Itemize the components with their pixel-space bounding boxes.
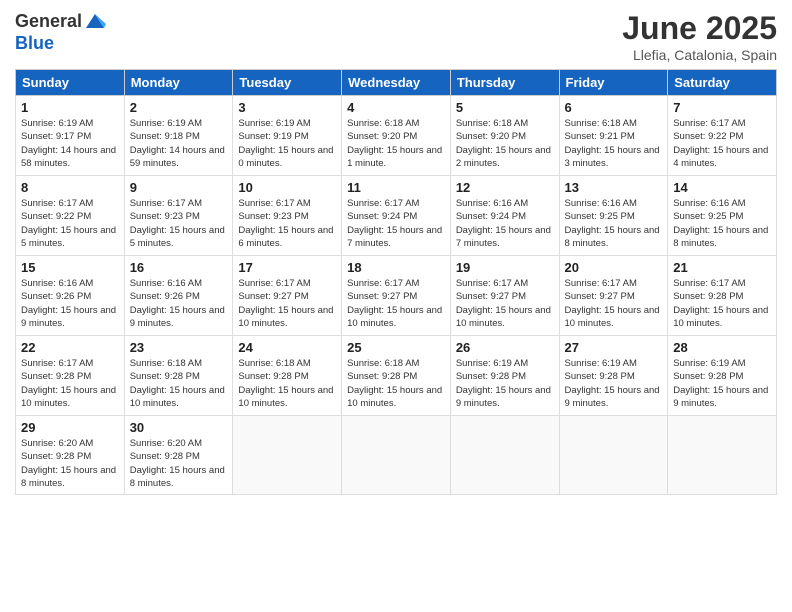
day-6: 6 Sunrise: 6:18 AMSunset: 9:21 PMDayligh… — [559, 96, 668, 176]
day-30: 30 Sunrise: 6:20 AMSunset: 9:28 PMDaylig… — [124, 416, 233, 495]
day-5: 5 Sunrise: 6:18 AMSunset: 9:20 PMDayligh… — [450, 96, 559, 176]
col-tuesday: Tuesday — [233, 70, 342, 96]
day-26: 26 Sunrise: 6:19 AMSunset: 9:28 PMDaylig… — [450, 336, 559, 416]
title-area: June 2025 Llefia, Catalonia, Spain — [622, 10, 777, 63]
table-row: 22 Sunrise: 6:17 AMSunset: 9:28 PMDaylig… — [16, 336, 777, 416]
table-row: 1 Sunrise: 6:19 AMSunset: 9:17 PMDayligh… — [16, 96, 777, 176]
day-4: 4 Sunrise: 6:18 AMSunset: 9:20 PMDayligh… — [342, 96, 451, 176]
day-27: 27 Sunrise: 6:19 AMSunset: 9:28 PMDaylig… — [559, 336, 668, 416]
col-thursday: Thursday — [450, 70, 559, 96]
logo: General Blue — [15, 10, 106, 54]
day-24: 24 Sunrise: 6:18 AMSunset: 9:28 PMDaylig… — [233, 336, 342, 416]
empty-cell — [559, 416, 668, 495]
col-monday: Monday — [124, 70, 233, 96]
table-row: 29 Sunrise: 6:20 AMSunset: 9:28 PMDaylig… — [16, 416, 777, 495]
day-13: 13 Sunrise: 6:16 AMSunset: 9:25 PMDaylig… — [559, 176, 668, 256]
day-21: 21 Sunrise: 6:17 AMSunset: 9:28 PMDaylig… — [668, 256, 777, 336]
day-9: 9 Sunrise: 6:17 AMSunset: 9:23 PMDayligh… — [124, 176, 233, 256]
day-29: 29 Sunrise: 6:20 AMSunset: 9:28 PMDaylig… — [16, 416, 125, 495]
calendar-header-row: Sunday Monday Tuesday Wednesday Thursday… — [16, 70, 777, 96]
day-17: 17 Sunrise: 6:17 AMSunset: 9:27 PMDaylig… — [233, 256, 342, 336]
day-3: 3 Sunrise: 6:19 AMSunset: 9:19 PMDayligh… — [233, 96, 342, 176]
location-title: Llefia, Catalonia, Spain — [622, 47, 777, 63]
empty-cell — [450, 416, 559, 495]
col-sunday: Sunday — [16, 70, 125, 96]
col-saturday: Saturday — [668, 70, 777, 96]
day-18: 18 Sunrise: 6:17 AMSunset: 9:27 PMDaylig… — [342, 256, 451, 336]
day-15: 15 Sunrise: 6:16 AMSunset: 9:26 PMDaylig… — [16, 256, 125, 336]
logo-icon — [84, 10, 106, 32]
day-23: 23 Sunrise: 6:18 AMSunset: 9:28 PMDaylig… — [124, 336, 233, 416]
day-25: 25 Sunrise: 6:18 AMSunset: 9:28 PMDaylig… — [342, 336, 451, 416]
day-10: 10 Sunrise: 6:17 AMSunset: 9:23 PMDaylig… — [233, 176, 342, 256]
day-19: 19 Sunrise: 6:17 AMSunset: 9:27 PMDaylig… — [450, 256, 559, 336]
day-14: 14 Sunrise: 6:16 AMSunset: 9:25 PMDaylig… — [668, 176, 777, 256]
table-row: 15 Sunrise: 6:16 AMSunset: 9:26 PMDaylig… — [16, 256, 777, 336]
day-7: 7 Sunrise: 6:17 AMSunset: 9:22 PMDayligh… — [668, 96, 777, 176]
table-row: 8 Sunrise: 6:17 AMSunset: 9:22 PMDayligh… — [16, 176, 777, 256]
day-28: 28 Sunrise: 6:19 AMSunset: 9:28 PMDaylig… — [668, 336, 777, 416]
empty-cell — [233, 416, 342, 495]
day-11: 11 Sunrise: 6:17 AMSunset: 9:24 PMDaylig… — [342, 176, 451, 256]
day-16: 16 Sunrise: 6:16 AMSunset: 9:26 PMDaylig… — [124, 256, 233, 336]
empty-cell — [342, 416, 451, 495]
day-20: 20 Sunrise: 6:17 AMSunset: 9:27 PMDaylig… — [559, 256, 668, 336]
col-friday: Friday — [559, 70, 668, 96]
logo-blue-text: Blue — [15, 34, 106, 54]
calendar-table: Sunday Monday Tuesday Wednesday Thursday… — [15, 69, 777, 495]
day-2: 2 Sunrise: 6:19 AMSunset: 9:18 PMDayligh… — [124, 96, 233, 176]
day-12: 12 Sunrise: 6:16 AMSunset: 9:24 PMDaylig… — [450, 176, 559, 256]
month-title: June 2025 — [622, 10, 777, 47]
day-8: 8 Sunrise: 6:17 AMSunset: 9:22 PMDayligh… — [16, 176, 125, 256]
col-wednesday: Wednesday — [342, 70, 451, 96]
empty-cell — [668, 416, 777, 495]
header: General Blue June 2025 Llefia, Catalonia… — [15, 10, 777, 63]
day-22: 22 Sunrise: 6:17 AMSunset: 9:28 PMDaylig… — [16, 336, 125, 416]
logo-general-text: General — [15, 12, 82, 32]
day-1: 1 Sunrise: 6:19 AMSunset: 9:17 PMDayligh… — [16, 96, 125, 176]
page-container: General Blue June 2025 Llefia, Catalonia… — [0, 0, 792, 505]
